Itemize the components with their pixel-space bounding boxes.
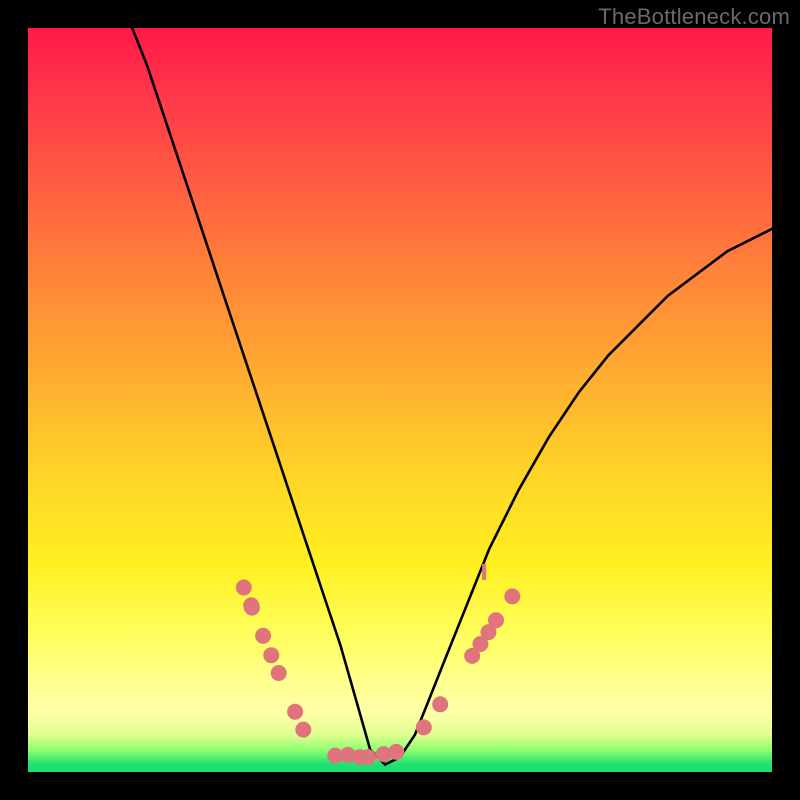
bottleneck-curve [132, 28, 772, 765]
chart-plot-area [28, 28, 772, 772]
curve-dots [236, 580, 521, 766]
curve-dot [388, 744, 404, 760]
curve-dot [255, 628, 271, 644]
curve-dot [432, 696, 448, 712]
curve-dot [295, 722, 311, 738]
curve-dot [263, 647, 279, 663]
bottleneck-curve-svg [28, 28, 772, 772]
curve-dot [504, 588, 520, 604]
extra-marker-tick [482, 564, 486, 580]
chart-frame: TheBottleneck.com [0, 0, 800, 800]
curve-dot [488, 612, 504, 628]
curve-dot [236, 580, 252, 596]
curve-dot [287, 704, 303, 720]
curve-dot [360, 749, 376, 765]
watermark-text: TheBottleneck.com [598, 4, 790, 30]
curve-dot [244, 600, 260, 616]
curve-dot [416, 719, 432, 735]
curve-dot [271, 665, 287, 681]
extra-marker [482, 564, 486, 580]
